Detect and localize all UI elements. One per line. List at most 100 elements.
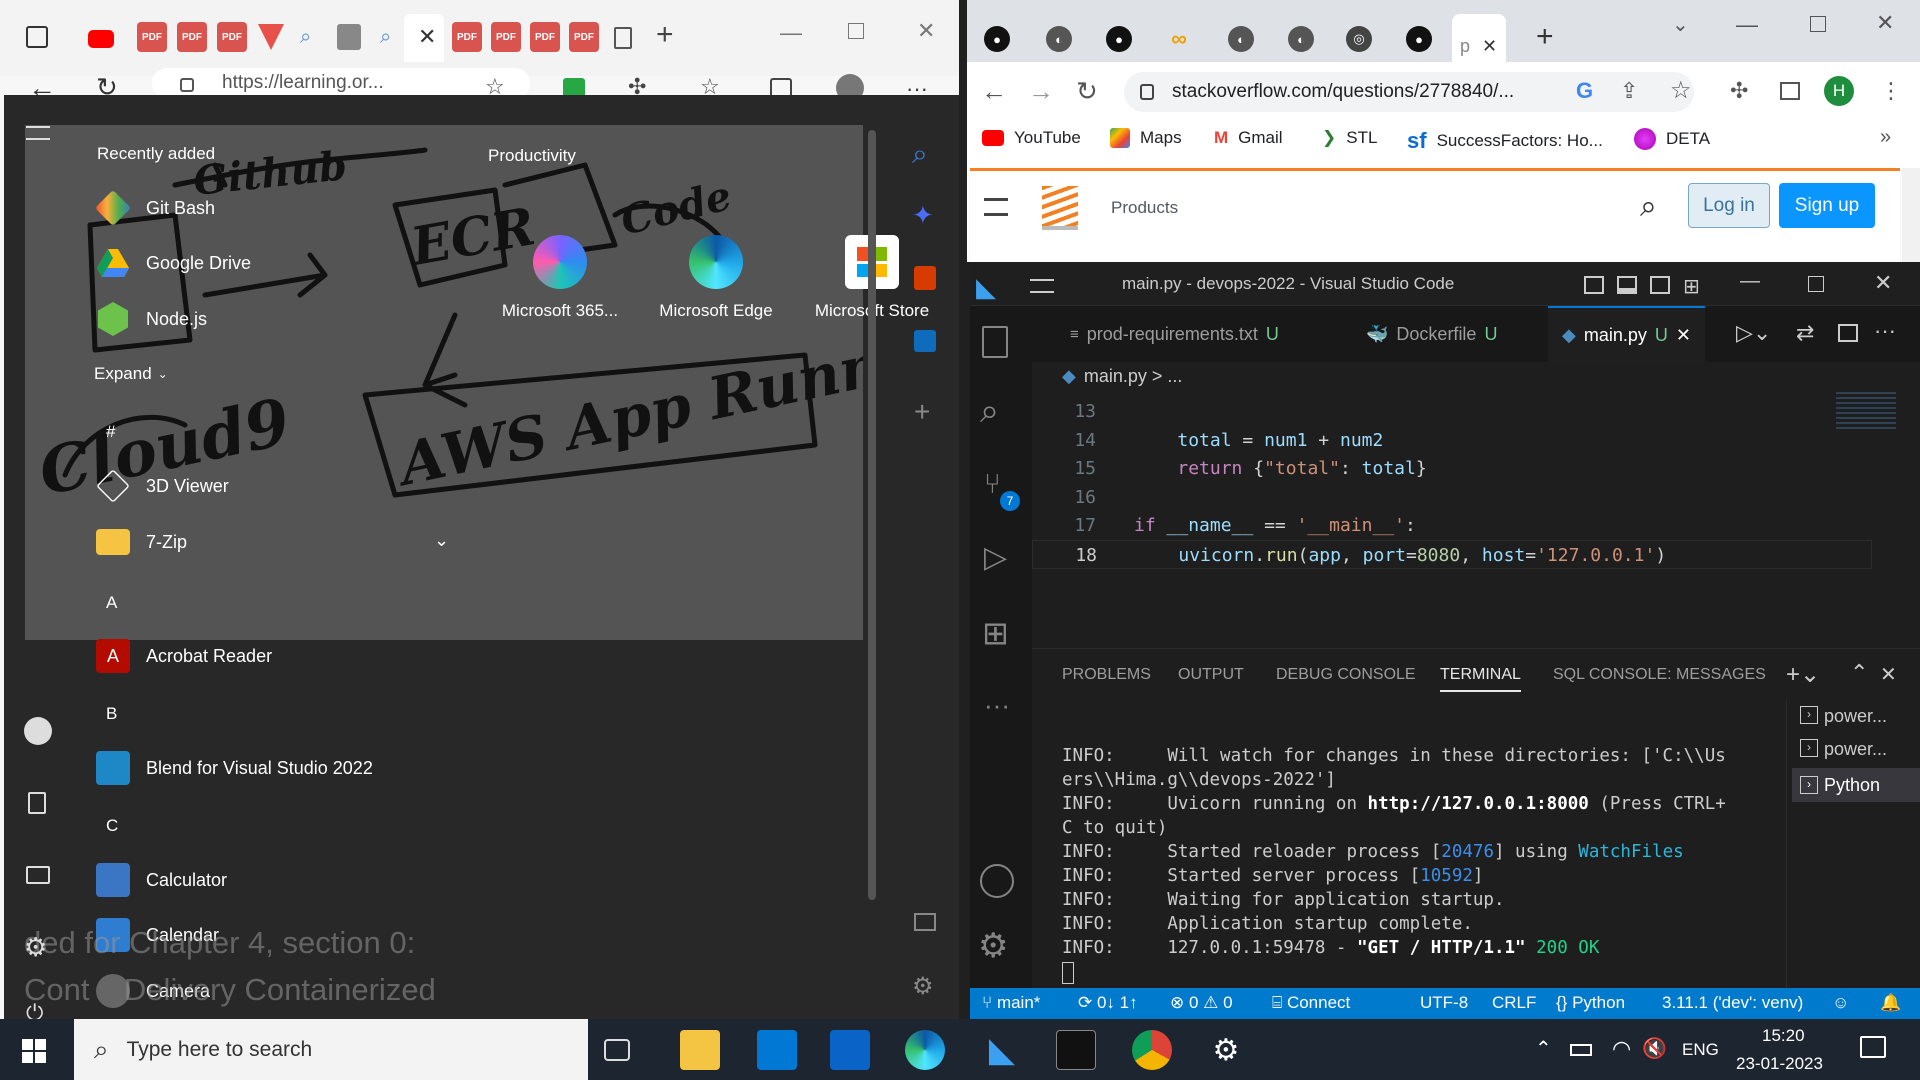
tab-sql-console[interactable]: SQL CONSOLE: MESSAGES [1553, 666, 1766, 684]
github-tab-icon[interactable]: ● [1406, 26, 1432, 52]
new-terminal-icon[interactable]: +⌄ [1786, 660, 1820, 689]
edge-side-panel-icon[interactable] [914, 913, 936, 931]
new-tab-icon[interactable]: + [1536, 20, 1554, 54]
globe-tab-icon[interactable]: ◐ [1228, 26, 1254, 52]
battery-icon[interactable] [1570, 1044, 1592, 1056]
run-debug-icon[interactable]: ▷ [984, 540, 1007, 575]
minimize-icon[interactable]: — [780, 20, 802, 46]
user-avatar[interactable] [24, 717, 52, 745]
vscode-icon[interactable]: ◣ [982, 1030, 1022, 1070]
feedback-icon[interactable]: ☺ [1832, 993, 1849, 1013]
close-icon[interactable]: ✕ [917, 18, 935, 44]
file-explorer-icon[interactable] [680, 1030, 720, 1070]
back-icon[interactable]: ← [981, 76, 1007, 107]
address-bar[interactable]: https://learning.or... [152, 68, 530, 98]
run-file-icon[interactable]: ▷⌄ [1736, 320, 1771, 346]
close-icon[interactable]: ✕ [1874, 270, 1892, 296]
search-icon[interactable]: ⌕ [980, 392, 999, 431]
clock-date[interactable]: 23-01-2023 [1736, 1054, 1823, 1074]
close-tab-icon[interactable]: ✕ [1482, 36, 1497, 57]
chrome-tab-icon[interactable]: ◎ [1346, 26, 1372, 52]
sidebar-toggle-icon[interactable] [26, 26, 48, 48]
pdf-tab-icon[interactable]: PDF [137, 22, 167, 52]
foss-tab-icon[interactable] [337, 24, 361, 50]
pinned-microsoft-365[interactable]: Microsoft 365... [485, 185, 635, 335]
code-line[interactable]: 13 [1032, 397, 1872, 426]
minimize-icon[interactable]: — [1736, 12, 1758, 38]
tab-debug-console[interactable]: DEBUG CONSOLE [1276, 666, 1416, 684]
connect-status[interactable]: ⌸ Connect [1272, 993, 1350, 1013]
bookmark-youtube[interactable]: YouTube [982, 128, 1081, 148]
share-icon[interactable]: ⇪ [1620, 78, 1638, 104]
encoding-status[interactable]: UTF-8 [1420, 993, 1468, 1013]
chrome-scrollbar[interactable] [1902, 168, 1920, 262]
globe-tab-icon[interactable]: ◐ [1046, 26, 1072, 52]
source-control-icon[interactable]: ⑂ [984, 468, 1001, 500]
windows-start-icon[interactable] [22, 1039, 46, 1063]
volume-icon[interactable]: 🔇 [1642, 1036, 1667, 1061]
chrome-icon[interactable] [1132, 1030, 1172, 1070]
pdf-tab-icon[interactable]: PDF [217, 22, 247, 52]
split-editor-icon[interactable] [1838, 324, 1858, 342]
tab-prod-requirements[interactable]: ≡ prod-requirements.txt U [1056, 306, 1293, 362]
terminal-icon[interactable] [1056, 1030, 1096, 1070]
code-line-current[interactable]: 18 uvicorn.run(app, port=8080, host='127… [1032, 540, 1872, 569]
search-tab-icon[interactable]: ⌕ [300, 26, 311, 49]
new-tab-icon[interactable]: + [656, 18, 674, 52]
code-line[interactable]: 14 total = num1 + num2 [1032, 426, 1872, 455]
search-icon[interactable]: ⌕ [1640, 190, 1657, 224]
app-7zip[interactable]: 7-Zip [96, 522, 187, 562]
tab-output[interactable]: OUTPUT [1178, 666, 1244, 684]
close-tab-icon[interactable]: ✕ [418, 24, 436, 50]
terminal-instance[interactable]: › power... [1800, 706, 1887, 727]
section-letter[interactable]: A [106, 593, 117, 613]
pdf-tab-icon[interactable]: PDF [491, 22, 521, 52]
code-line[interactable]: 15 return {"total": total} [1032, 454, 1872, 483]
branch-status[interactable]: ⑂ main* [982, 993, 1040, 1013]
edge-side-sparkle-icon[interactable]: ✦ [912, 200, 934, 231]
pdf-tab-icon[interactable]: PDF [452, 22, 482, 52]
explorer-icon[interactable] [982, 326, 1008, 358]
github-tab-icon[interactable]: ● [1106, 26, 1132, 52]
bookmark-gmail[interactable]: M Gmail [1214, 128, 1283, 148]
edge-side-settings-icon[interactable]: ⚙ [912, 972, 934, 1001]
extensions-icon[interactable]: ⊞ [982, 614, 1009, 652]
code-line[interactable]: 17 if __name__ == '__main__': [1032, 511, 1872, 540]
hamburger-icon[interactable] [26, 126, 50, 140]
bookmark-stl[interactable]: ❯ STL [1322, 128, 1377, 148]
clock-time[interactable]: 15:20 [1762, 1026, 1805, 1046]
more-bookmarks-icon[interactable]: » [1880, 126, 1891, 149]
eol-status[interactable]: CRLF [1492, 993, 1536, 1013]
edge-side-add-icon[interactable]: + [914, 396, 930, 428]
signup-button[interactable]: Sign up [1779, 183, 1875, 228]
terminal-instance-active[interactable]: › Python [1792, 768, 1920, 802]
settings-icon[interactable]: ⚙ [24, 932, 47, 963]
breadcrumb[interactable]: ◆ main.py > ... [1062, 366, 1182, 387]
close-panel-icon[interactable]: ✕ [1880, 662, 1897, 687]
bookmark-successfactors[interactable]: sf SuccessFactors: Ho... [1407, 128, 1603, 154]
manage-gear-icon[interactable]: ⚙ [978, 926, 1008, 966]
notification-center-icon[interactable] [1860, 1036, 1886, 1058]
tab-main-py[interactable]: ◆ main.py U ✕ [1548, 306, 1705, 362]
products-link[interactable]: Products [1111, 198, 1178, 218]
stackoverflow-logo[interactable] [1042, 186, 1078, 230]
globe-tab-icon[interactable]: ◐ [1288, 26, 1314, 52]
google-icon[interactable]: G [1576, 78, 1593, 104]
language-status[interactable]: {} Python [1556, 993, 1625, 1013]
refresh-icon[interactable]: ↻ [1076, 76, 1098, 107]
mail-icon[interactable] [830, 1030, 870, 1070]
notifications-icon[interactable]: 🔔 [1880, 993, 1901, 1013]
github-tab-icon[interactable]: ● [984, 26, 1010, 52]
section-letter[interactable]: # [106, 422, 115, 442]
layout-secondary-icon[interactable] [1650, 276, 1670, 294]
bookmark-deta[interactable]: DETA [1634, 128, 1710, 150]
search-tab-icon[interactable]: ⌕ [380, 26, 391, 49]
extensions-icon[interactable]: ✣ [1730, 78, 1748, 104]
section-letter[interactable]: C [106, 816, 118, 836]
tab-problems[interactable]: PROBLEMS [1062, 666, 1151, 684]
app-google-drive[interactable]: Google Drive [96, 243, 251, 283]
documents-icon[interactable] [28, 792, 46, 814]
section-letter[interactable]: B [106, 704, 117, 724]
customize-layout-icon[interactable]: ⊞ [1683, 274, 1700, 299]
minimize-icon[interactable]: — [1740, 270, 1760, 293]
